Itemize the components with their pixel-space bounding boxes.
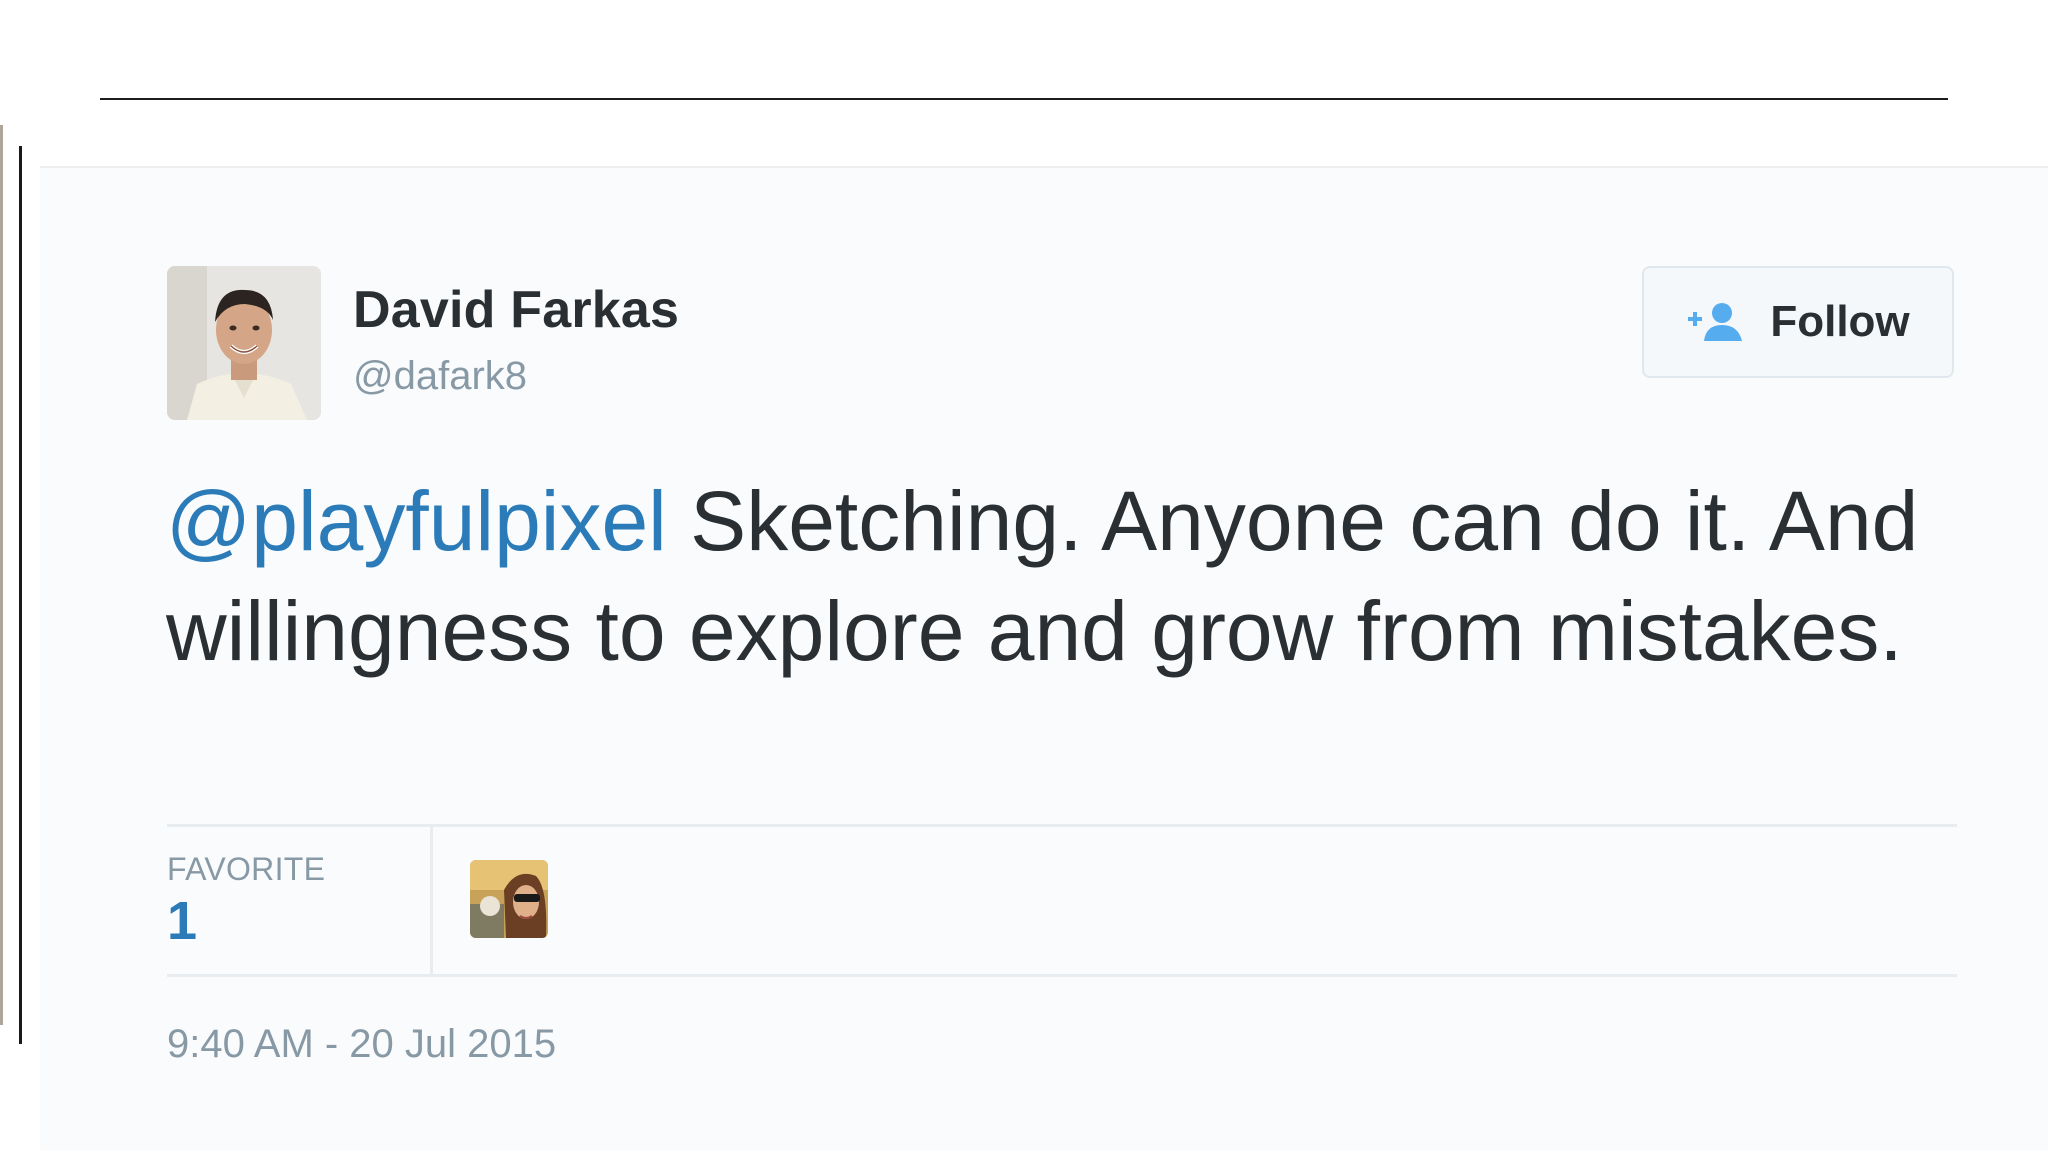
- follow-button-label: Follow: [1770, 297, 1910, 346]
- stats-divider-vertical: [430, 826, 433, 974]
- tweet-card: David Farkas @dafark8 Follow @playfulpix…: [40, 166, 2048, 1150]
- follow-button[interactable]: Follow: [1642, 266, 1954, 378]
- author-avatar-image: [167, 266, 321, 420]
- tweet-timestamp[interactable]: 9:40 AM - 20 Jul 2015: [167, 1022, 556, 1067]
- left-edge-shadow: [0, 125, 3, 1025]
- favorites-label: FAVORITE: [167, 851, 326, 887]
- author-name[interactable]: David Farkas: [353, 280, 679, 340]
- favoriter-avatar[interactable]: [470, 860, 548, 938]
- stats-divider-bottom: [167, 974, 1957, 977]
- favoriter-avatar-image: [470, 860, 548, 938]
- favorites-count[interactable]: 1: [167, 890, 197, 952]
- author-handle[interactable]: @dafark8: [353, 354, 527, 399]
- top-divider-line: [100, 98, 1948, 100]
- tweet-mention-link[interactable]: @playfulpixel: [166, 474, 667, 568]
- follow-user-plus-icon: [1688, 303, 1743, 341]
- left-divider-line: [19, 146, 22, 1044]
- stats-divider-top: [167, 824, 1957, 827]
- slide-stage: David Farkas @dafark8 Follow @playfulpix…: [0, 0, 2048, 1150]
- tweet-text: @playfulpixel Sketching. Anyone can do i…: [166, 466, 1966, 686]
- author-avatar[interactable]: [167, 266, 321, 420]
